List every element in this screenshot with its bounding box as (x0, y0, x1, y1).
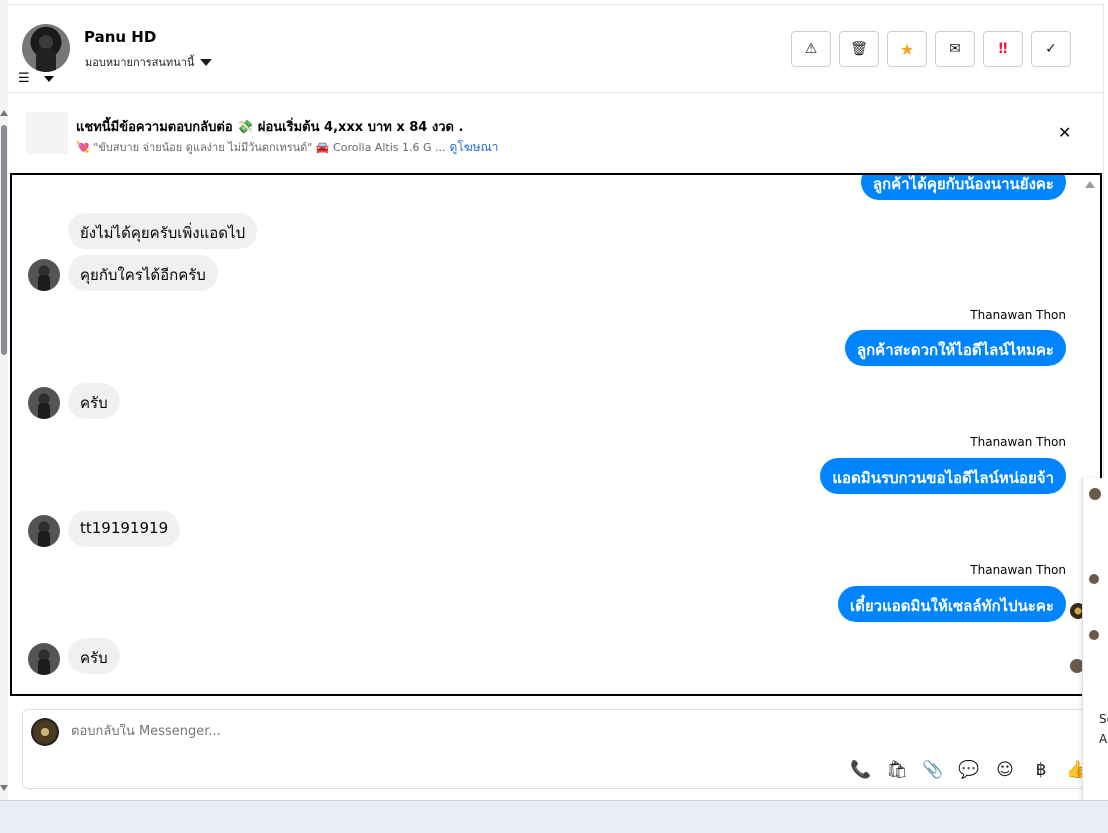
page-scrollbar[interactable] (0, 0, 8, 833)
emoji-icon[interactable]: ☺ (993, 758, 1017, 782)
view-ad-link[interactable]: ดูโฆษณา (449, 140, 498, 154)
chevron-down-icon (200, 58, 213, 66)
filter-icon[interactable]: ☰ (18, 71, 30, 86)
avatar[interactable] (22, 24, 70, 72)
delete-button[interactable]: 🗑 (839, 31, 879, 67)
message-bubble-incoming[interactable]: คุยกับใครได้อีกครับ (68, 255, 218, 291)
side-popup[interactable]: Sc A (1082, 478, 1108, 816)
header-actions: ⚠ 🗑 ★ ✉ ‼ ✓ (791, 31, 1071, 67)
page-avatar (31, 718, 59, 746)
avatar (28, 515, 60, 547)
urgent-button[interactable]: ‼ (983, 31, 1023, 67)
message-bubble-outgoing[interactable]: แอดมินรบกวนขอไอดีไลน์หน่อยจ้า (820, 458, 1066, 494)
composer-tools: 📞 🛍 📎 💬 ☺ ฿ 👍 (849, 758, 1089, 782)
check-icon: ✓ (1045, 41, 1057, 57)
call-icon[interactable]: 📞 (849, 758, 873, 782)
report-button[interactable]: ⚠ (791, 31, 831, 67)
message-bubble-outgoing[interactable]: ลูกค้าสะดวกให้ไอดีไลน์ไหมคะ (844, 330, 1066, 366)
conversation-header: ☰ Panu HD มอบหมายการสนทนานี้ ⚠ 🗑 ★ ✉ ‼ ✓ (8, 5, 1103, 93)
star-icon: ★ (899, 39, 915, 59)
message-bubble-incoming[interactable]: ยังไม่ได้คุยครับเพิ่งแอดไป (68, 213, 258, 249)
double-exclamation-icon: ‼ (998, 41, 1008, 57)
message-bubble-incoming[interactable]: ครับ (68, 638, 120, 674)
assign-label: มอบหมายการสนทนานี้ (85, 56, 195, 69)
sender-name: Thanawan Thon (970, 308, 1066, 322)
sender-name: Thanawan Thon (970, 563, 1066, 577)
ad-subtitle-text: 💘 "ขับสบาย จ่ายน้อย ดูแลง่าย ไม่มีวันตกเ… (76, 141, 446, 154)
avatar (28, 387, 60, 419)
baht-icon[interactable]: ฿ (1029, 758, 1053, 782)
scroll-up-arrow[interactable] (0, 110, 8, 116)
message-bubble-outgoing[interactable]: เดี๋ยวแอดมินให้เซลล์ทักไปนะคะ (838, 586, 1066, 622)
shopping-bag-icon[interactable]: 🛍 (885, 758, 909, 782)
ad-thumbnail (26, 112, 68, 154)
avatar (1089, 488, 1101, 500)
envelope-open-icon: ✉ (949, 41, 961, 57)
conversation-panel: ☰ Panu HD มอบหมายการสนทนานี้ ⚠ 🗑 ★ ✉ ‼ ✓… (8, 4, 1104, 796)
attach-icon[interactable]: 📎 (921, 758, 945, 782)
avatar (28, 643, 60, 675)
star-button[interactable]: ★ (887, 31, 927, 67)
avatar (28, 259, 60, 291)
warning-icon: ⚠ (804, 41, 818, 57)
popup-text: Sc (1099, 712, 1108, 726)
scroll-thumb[interactable] (1, 125, 7, 355)
close-icon[interactable]: ✕ (1058, 123, 1071, 142)
scroll-down-arrow[interactable] (0, 785, 8, 791)
saved-reply-icon[interactable]: 💬 (957, 758, 981, 782)
ad-subtitle: 💘 "ขับสบาย จ่ายน้อย ดูแลง่าย ไม่มีวันตกเ… (76, 138, 498, 157)
message-list[interactable]: ลูกค้าได้คุยกับน้องนานยังคะ ยังไม่ได้คุย… (10, 173, 1102, 696)
reply-input[interactable] (71, 724, 771, 739)
trash-icon: 🗑 (850, 41, 868, 57)
chevron-down-icon[interactable] (44, 76, 54, 82)
popup-text: A (1099, 732, 1108, 746)
ad-banner: แชทนี้มีข้อความตอบกลับต่อ 💸 ผ่อนเริ่มต้น… (8, 94, 1103, 172)
avatar (1089, 630, 1099, 640)
chat-scroll-up-icon[interactable] (1085, 181, 1095, 188)
done-button[interactable]: ✓ (1031, 31, 1071, 67)
ad-title: แชทนี้มีข้อความตอบกลับต่อ 💸 ผ่อนเริ่มต้น… (76, 120, 464, 135)
mark-read-button[interactable]: ✉ (935, 31, 975, 67)
assign-conversation[interactable]: มอบหมายการสนทนานี้ (85, 53, 213, 71)
bottom-bar (0, 800, 1108, 833)
avatar (1089, 574, 1099, 584)
message-bubble-incoming[interactable]: ครับ (68, 383, 120, 419)
sender-name: Thanawan Thon (970, 435, 1066, 449)
user-name[interactable]: Panu HD (84, 28, 156, 46)
message-bubble-outgoing[interactable]: ลูกค้าได้คุยกับน้องนานยังคะ (860, 175, 1066, 200)
message-composer: 📞 🛍 📎 💬 ☺ ฿ 👍 (22, 709, 1096, 789)
message-bubble-incoming[interactable]: tt19191919 (68, 511, 181, 547)
